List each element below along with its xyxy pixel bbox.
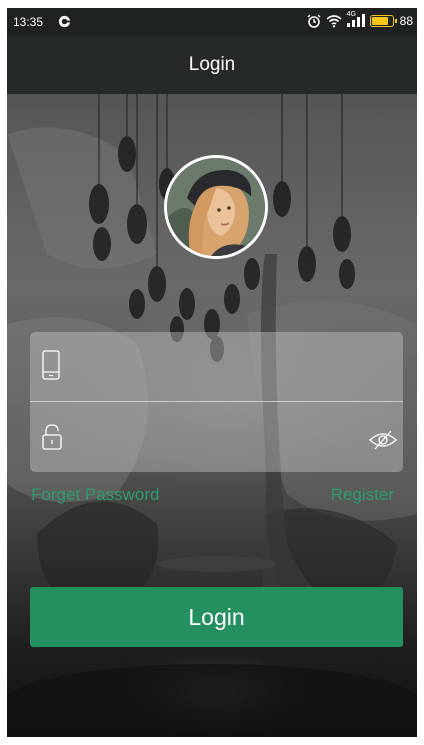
status-time: 13:35 (13, 15, 44, 29)
signal-icon: 4G (346, 11, 365, 28)
phone-icon (42, 350, 60, 380)
status-bar: 13:35 4G 88 (7, 8, 417, 36)
register-link[interactable]: Register (331, 485, 394, 505)
login-form (30, 332, 403, 472)
avatar-portrait-image (167, 158, 265, 256)
wifi-icon (326, 15, 342, 28)
battery-level-fill (371, 17, 389, 25)
app-header: Login (7, 36, 417, 94)
eye-off-icon[interactable] (369, 430, 397, 450)
status-icons: 4G 88 (307, 11, 413, 28)
app-notification-icon (58, 15, 71, 28)
lock-icon (42, 424, 62, 450)
battery-percentage: 88 (399, 14, 413, 28)
forget-password-link[interactable]: Forget Password (31, 485, 160, 505)
network-type-label: 4G (346, 11, 356, 18)
phone-number-input[interactable] (78, 347, 382, 389)
page-title: Login (188, 54, 236, 75)
login-button[interactable]: Login (30, 587, 403, 647)
user-avatar[interactable] (164, 155, 268, 259)
password-input[interactable] (78, 417, 352, 459)
battery-icon (369, 15, 397, 27)
field-divider (30, 401, 403, 402)
phone-screen: 13:35 4G 88 Login Forget Password Regist… (7, 8, 417, 737)
alarm-icon (307, 14, 321, 28)
